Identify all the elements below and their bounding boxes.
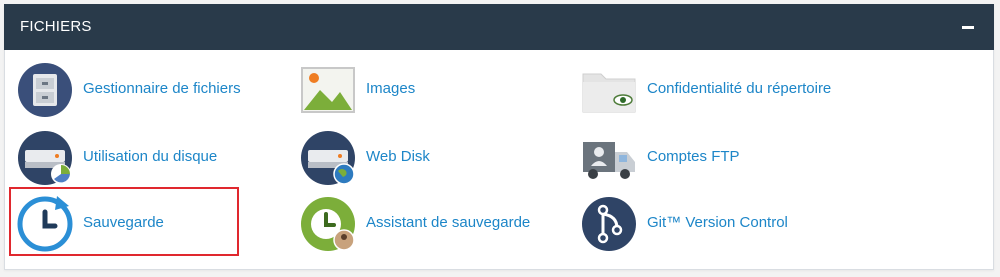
backup-wizard-link[interactable]: Assistant de sauvegarde <box>300 196 560 252</box>
directory-privacy-link[interactable]: Confidentialité du répertoire <box>581 62 861 118</box>
item-label: Confidentialité du répertoire <box>647 80 832 97</box>
images-link[interactable]: Images <box>300 62 450 118</box>
minus-icon[interactable] <box>962 26 974 29</box>
item-label: Utilisation du disque <box>83 148 218 165</box>
disk-usage-link[interactable]: Utilisation du disque <box>17 130 247 186</box>
item-label: Comptes FTP <box>647 148 740 165</box>
web-disk-link[interactable]: Web Disk <box>300 130 450 186</box>
web-disk-icon <box>301 131 355 185</box>
backup-wizard-icon <box>301 197 355 251</box>
file-manager-link[interactable]: Gestionnaire de fichiers <box>17 62 267 118</box>
file-cabinet-icon <box>18 63 72 117</box>
item-label: Git™ Version Control <box>647 214 788 231</box>
image-icon <box>301 67 355 113</box>
item-label: Assistant de sauvegarde <box>366 214 531 231</box>
panel-header: FICHIERS <box>4 4 994 50</box>
panel-title: FICHIERS <box>20 18 92 35</box>
item-label: Gestionnaire de fichiers <box>83 80 241 97</box>
item-label: Images <box>366 80 416 97</box>
ftp-truck-icon <box>583 142 635 179</box>
disk-usage-icon <box>18 131 72 185</box>
git-version-control-link[interactable]: Git™ Version Control <box>581 196 821 252</box>
highlight-box <box>9 187 239 256</box>
git-icon <box>582 197 636 251</box>
item-label: Web Disk <box>366 148 430 165</box>
folder-eye-icon <box>582 73 636 113</box>
ftp-accounts-link[interactable]: Comptes FTP <box>581 130 761 186</box>
